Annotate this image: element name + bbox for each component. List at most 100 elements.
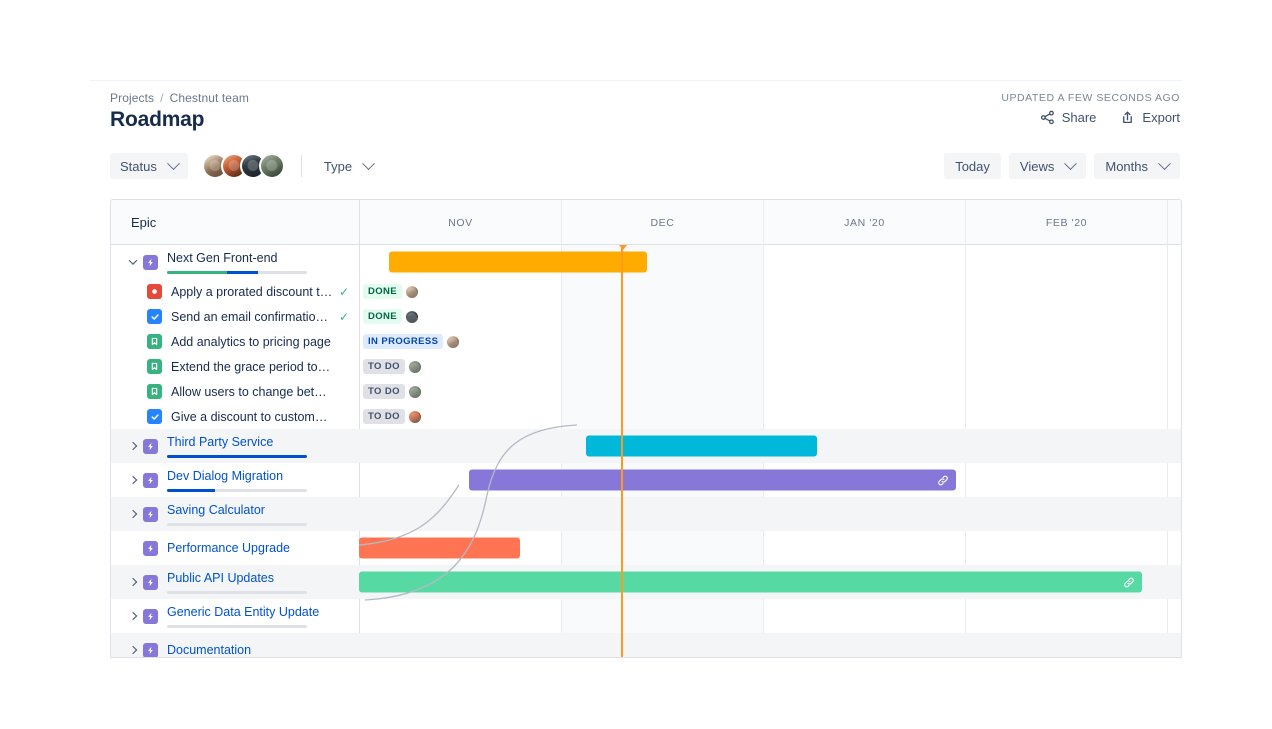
assignee-avatar[interactable]: [404, 283, 421, 300]
epic-row[interactable]: Third Party Service: [111, 429, 1181, 463]
assignee-avatar[interactable]: [445, 333, 462, 350]
story-icon: [147, 384, 162, 399]
issue-name: Add analytics to pricing page: [171, 334, 331, 349]
issue-row[interactable]: Extend the grace period to access TO DO: [111, 354, 1181, 379]
epic-progress-bar: [167, 454, 307, 458]
epic-row[interactable]: Dev Dialog Migration: [111, 463, 1181, 497]
breadcrumb-projects[interactable]: Projects: [110, 91, 154, 105]
epic-timeline-cell: [359, 429, 1181, 463]
expand-epic-toggle[interactable]: [125, 642, 141, 657]
timeline-bar[interactable]: [469, 469, 956, 491]
chevron-down-icon: [1064, 156, 1078, 170]
month-header: DEC: [561, 200, 763, 245]
epic-timeline-cell: [359, 633, 1181, 657]
epic-row-label-cell: Documentation: [111, 633, 359, 657]
expand-epic-toggle[interactable]: [125, 574, 141, 590]
epic-icon: [143, 438, 158, 454]
issue-name: Apply a prorated discount to a ...: [171, 284, 333, 299]
dependency-link-icon[interactable]: [937, 474, 949, 486]
type-filter-button[interactable]: Type: [314, 153, 383, 179]
assignee-avatar[interactable]: [406, 383, 423, 400]
epic-progress-bar: [167, 624, 307, 628]
epic-icon: [143, 472, 158, 488]
issue-row[interactable]: Send an email confirmation aft... ✓ DONE: [111, 304, 1181, 329]
share-icon: [1040, 110, 1055, 125]
updated-timestamp: UPDATED A FEW SECONDS AGO: [1001, 92, 1180, 104]
issue-name: Give a discount to customers with: [171, 409, 333, 424]
story-icon: [147, 359, 162, 374]
timescale-button[interactable]: Months: [1094, 153, 1180, 179]
board-header: Epic NOV DEC JAN '20 FEB '20: [111, 200, 1181, 245]
page-title: Roadmap: [110, 108, 205, 131]
timeline-bar[interactable]: [359, 537, 520, 559]
epic-name[interactable]: Public API Updates: [167, 571, 359, 585]
expand-epic-toggle[interactable]: [125, 472, 141, 488]
epic-icon: [143, 608, 158, 624]
header-actions: Share Export: [1040, 110, 1180, 125]
epic-name[interactable]: Saving Calculator: [167, 503, 359, 517]
issue-status-cell: TO DO: [363, 379, 423, 404]
epic-progress-bar: [167, 270, 307, 274]
expand-epic-toggle[interactable]: [125, 608, 141, 624]
views-label: Views: [1019, 158, 1055, 174]
timeline-bar[interactable]: [359, 571, 1142, 593]
epic-name[interactable]: Next Gen Front-end: [167, 251, 359, 265]
epic-row-label-cell: Saving Calculator: [111, 497, 359, 531]
epic-row[interactable]: Next Gen Front-end: [111, 245, 1181, 279]
epic-name[interactable]: Generic Data Entity Update: [167, 605, 359, 619]
epic-name[interactable]: Performance Upgrade: [167, 541, 359, 555]
epic-row[interactable]: Saving Calculator: [111, 497, 1181, 531]
issue-status-cell: TO DO: [363, 354, 423, 379]
issue-row[interactable]: Give a discount to customers with TO DO: [111, 404, 1181, 429]
assignee-avatar[interactable]: [404, 308, 421, 325]
collapse-epic-toggle[interactable]: [125, 254, 141, 270]
epic-row[interactable]: Generic Data Entity Update: [111, 599, 1181, 633]
expand-epic-toggle[interactable]: [125, 438, 141, 454]
today-button[interactable]: Today: [944, 153, 1001, 179]
epic-row[interactable]: Documentation: [111, 633, 1181, 657]
epic-icon: [143, 254, 158, 270]
month-header-label: FEB '20: [1045, 216, 1088, 229]
chevron-down-icon: [1158, 156, 1171, 170]
chevron-down-icon: [362, 156, 375, 170]
assignee-avatar[interactable]: [406, 408, 423, 425]
epic-name[interactable]: Documentation: [167, 643, 359, 657]
issue-row-label-cell: Extend the grace period to access: [111, 354, 359, 379]
epic-progress-bar: [167, 590, 307, 594]
views-button[interactable]: Views: [1008, 153, 1087, 179]
assignee-avatar[interactable]: [406, 358, 423, 375]
issue-name: Send an email confirmation aft...: [171, 309, 333, 324]
epic-name[interactable]: Dev Dialog Migration: [167, 469, 359, 483]
avatar-group[interactable]: [201, 153, 285, 179]
avatar[interactable]: [258, 153, 285, 179]
month-header-label: NOV: [448, 216, 473, 229]
progress-inprogress-segment: [167, 488, 215, 492]
breadcrumb-project[interactable]: Chestnut team: [170, 91, 249, 105]
issue-row[interactable]: Apply a prorated discount to a ... ✓ DONE: [111, 279, 1181, 304]
issue-row-label-cell: Send an email confirmation aft... ✓: [111, 304, 359, 329]
month-header: NOV: [359, 200, 561, 245]
epic-row-label-cell: Performance Upgrade: [111, 531, 359, 565]
dependency-link-icon[interactable]: [1123, 576, 1135, 588]
epic-name[interactable]: Third Party Service: [167, 435, 359, 449]
share-button[interactable]: Share: [1040, 110, 1096, 125]
status-filter-label: Status: [120, 158, 157, 174]
expand-epic-toggle[interactable]: [125, 506, 141, 522]
timescale-label: Months: [1105, 158, 1148, 174]
status-filter-button[interactable]: Status: [110, 153, 188, 179]
epic-icon: [143, 540, 158, 556]
issue-row[interactable]: Add analytics to pricing page IN PROGRESS: [111, 329, 1181, 354]
epic-row-label-cell: Generic Data Entity Update: [111, 599, 359, 633]
issue-status-cell: DONE: [363, 304, 421, 329]
epic-row[interactable]: Performance Upgrade: [111, 531, 1181, 565]
epic-progress-bar: [167, 488, 307, 492]
issue-row-label-cell: Allow users to change between: [111, 379, 359, 404]
export-button[interactable]: Export: [1120, 110, 1180, 125]
epic-row[interactable]: Public API Updates: [111, 565, 1181, 599]
issue-row[interactable]: Allow users to change between TO DO: [111, 379, 1181, 404]
progress-inprogress-segment: [167, 454, 307, 458]
timeline-bar[interactable]: [389, 251, 647, 273]
roadmap-page: Projects / Chestnut team Roadmap UPDATED…: [0, 0, 1272, 729]
epic-progress-bar: [167, 522, 307, 526]
issue-name: Allow users to change between: [171, 384, 333, 399]
